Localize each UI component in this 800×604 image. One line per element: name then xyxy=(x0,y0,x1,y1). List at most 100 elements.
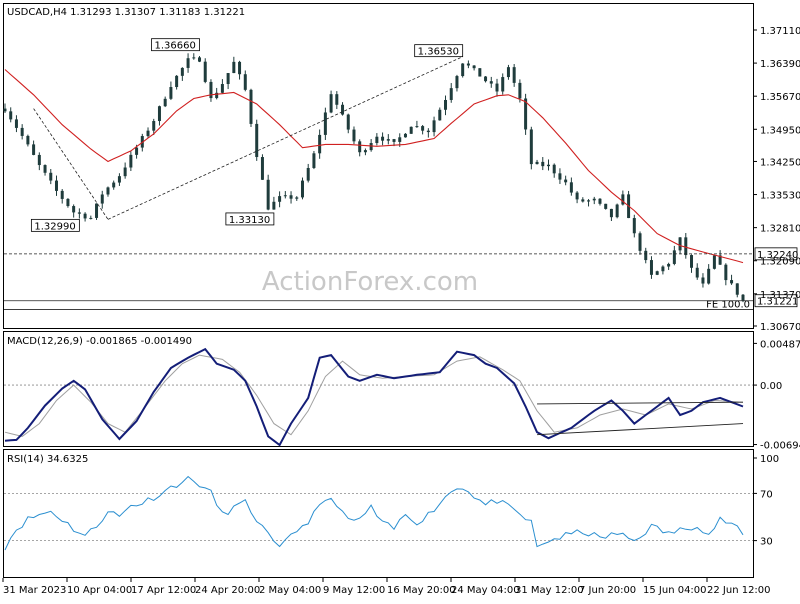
swing-label: 1.33130 xyxy=(225,212,275,226)
candle-body xyxy=(318,134,322,154)
candle-body xyxy=(43,165,47,173)
price-axis-label: 1.32810 xyxy=(760,224,800,235)
candle-body xyxy=(20,127,24,136)
candle-body xyxy=(157,106,161,122)
candle-body xyxy=(632,218,636,234)
time-axis-label: 31 Mar 2023 xyxy=(3,585,66,596)
candle-body xyxy=(100,194,104,204)
candle-body xyxy=(175,75,179,88)
candle-body xyxy=(72,206,76,213)
macd-title: MACD(12,26,9) -0.001865 -0.001490 xyxy=(7,336,192,347)
forex-chart: ActionForex.com USDCAD,H4 1.31293 1.3130… xyxy=(0,0,800,600)
candle-body xyxy=(535,161,539,165)
candle-body xyxy=(14,119,18,128)
swing-label: 1.36530 xyxy=(414,44,464,58)
candle-body xyxy=(489,81,493,84)
candle-body xyxy=(220,84,224,93)
rsi-axis-label: 30 xyxy=(760,537,773,548)
candle-body xyxy=(135,147,139,155)
price-title: USDCAD,H4 1.31293 1.31307 1.31183 1.3122… xyxy=(7,7,245,18)
candle-body xyxy=(558,173,562,180)
candle-body xyxy=(32,144,36,155)
candle-body xyxy=(415,126,419,128)
candle-body xyxy=(661,266,665,272)
candle-body xyxy=(403,133,407,138)
candle-body xyxy=(226,73,230,85)
swing-label-text: 1.36660 xyxy=(155,41,196,52)
candle-body xyxy=(335,94,339,105)
candle-body xyxy=(112,182,116,188)
candle-body xyxy=(609,208,613,218)
price-axis-label: 1.34250 xyxy=(760,157,800,168)
candle-body xyxy=(346,114,350,130)
candle-body xyxy=(552,164,556,174)
candle-body xyxy=(358,141,362,153)
candle-body xyxy=(724,264,728,281)
macd-axis-label: 0.00 xyxy=(760,381,782,392)
time-axis-label: 24 May 04:00 xyxy=(451,585,520,596)
candle-body xyxy=(444,99,448,110)
candle-body xyxy=(49,172,53,181)
fe-label: FE 100.0 xyxy=(706,299,750,310)
candle-body xyxy=(735,283,739,295)
time-axis-label: 17 Apr 12:00 xyxy=(131,585,196,596)
candle-body xyxy=(83,213,87,219)
swing-label-text: 1.36530 xyxy=(418,47,459,58)
candle-body xyxy=(621,194,625,205)
candle-body xyxy=(712,255,716,269)
candle-body xyxy=(232,61,236,74)
candle-body xyxy=(438,109,442,121)
chart-root: ActionForex.com USDCAD,H4 1.31293 1.3130… xyxy=(0,0,800,600)
candle-body xyxy=(569,182,573,193)
time-axis-label: 15 Jun 04:00 xyxy=(643,585,707,596)
candle-body xyxy=(341,104,345,115)
candle-body xyxy=(592,198,596,201)
candle-body xyxy=(26,135,30,145)
candle-body xyxy=(146,130,150,137)
candle-body xyxy=(655,271,659,275)
candle-body xyxy=(701,277,705,284)
macd-axis-label: 0.00487 xyxy=(760,339,800,350)
candle-body xyxy=(169,87,173,99)
candle-body xyxy=(644,250,648,261)
candle-body xyxy=(604,203,608,209)
candle-body xyxy=(506,67,510,78)
candle-body xyxy=(649,260,653,275)
candle-body xyxy=(581,199,585,202)
watermark: ActionForex.com xyxy=(262,267,478,297)
price-axis-label: 1.30670 xyxy=(760,322,800,333)
candle-body xyxy=(369,143,373,151)
candle-body xyxy=(478,68,482,77)
candle-body xyxy=(546,164,550,167)
candle-body xyxy=(295,197,299,199)
candle-body xyxy=(409,126,413,134)
candle-body xyxy=(381,136,385,141)
candle-body xyxy=(375,136,379,144)
candle-body xyxy=(243,74,247,90)
candle-body xyxy=(638,233,642,251)
candle-body xyxy=(289,195,293,199)
candle-body xyxy=(512,67,516,83)
candle-body xyxy=(186,58,190,68)
candle-body xyxy=(598,198,602,204)
swing-label-text: 1.33130 xyxy=(229,215,270,226)
candle-body xyxy=(54,180,58,191)
candle-body xyxy=(3,108,7,112)
candle-body xyxy=(180,67,184,76)
candle-body xyxy=(690,255,694,268)
candle-body xyxy=(501,77,505,92)
candle-body xyxy=(238,61,242,75)
candle-body xyxy=(163,98,167,107)
candle-body xyxy=(615,204,619,218)
candle-body xyxy=(9,111,13,120)
candle-body xyxy=(672,250,676,264)
candle-body xyxy=(575,192,579,200)
candle-body xyxy=(678,237,682,251)
candle-body xyxy=(272,201,276,210)
candle-body xyxy=(466,63,470,66)
rsi-title: RSI(14) 34.6325 xyxy=(7,454,88,465)
candle-body xyxy=(209,81,213,99)
candle-body xyxy=(432,120,436,133)
candle-body xyxy=(66,198,70,207)
time-axis-label: 7 Jun 20:00 xyxy=(579,585,636,596)
